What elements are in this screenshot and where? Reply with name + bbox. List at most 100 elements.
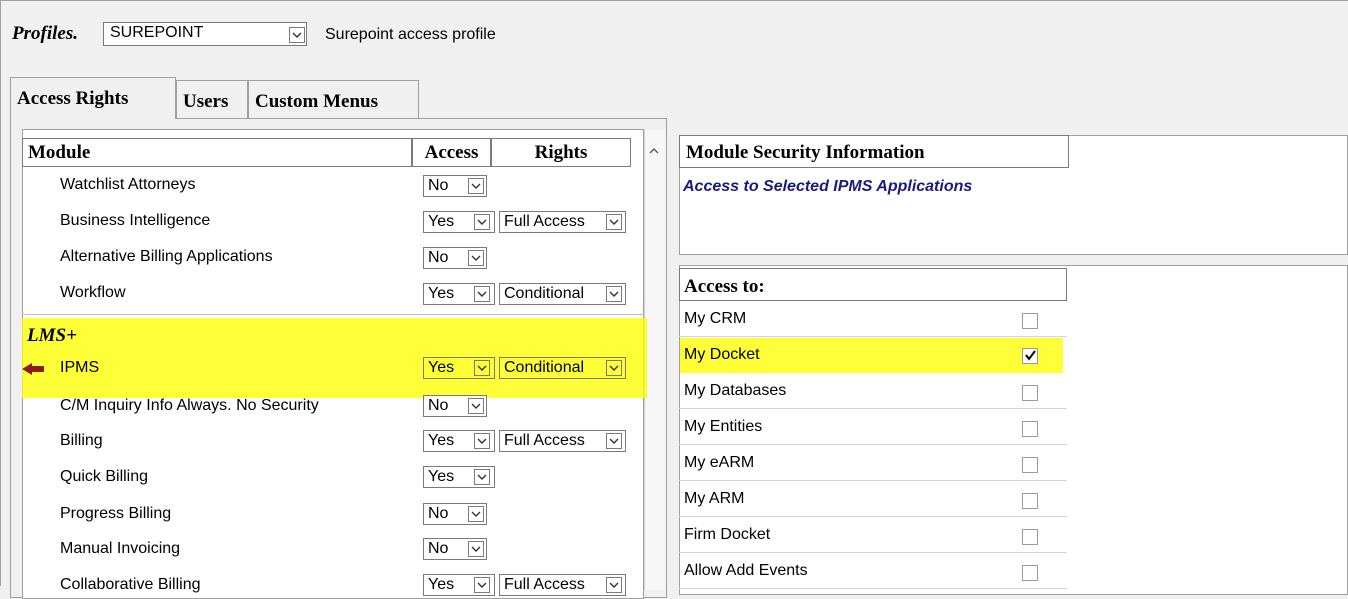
access-value: No [428, 505, 449, 522]
chevron-down-icon [609, 582, 619, 588]
rights-dropdown-button[interactable] [606, 577, 622, 593]
rights-select[interactable]: Full Access [499, 574, 626, 596]
module-row-label: Manual Invoicing [60, 540, 181, 557]
access-select[interactable]: Yes [423, 430, 495, 452]
rights-select[interactable]: Conditional [499, 357, 626, 379]
access-item-checkbox[interactable] [1022, 493, 1038, 509]
tab-users[interactable]: Users [176, 80, 248, 118]
rights-value: Conditional [504, 359, 585, 376]
access-select[interactable]: Yes [423, 466, 495, 488]
window-top-border [0, 0, 1348, 1]
module-row-label: Progress Billing [60, 505, 172, 522]
chevron-down-icon [477, 291, 487, 297]
access-select[interactable]: Yes [423, 283, 495, 305]
access-item-checkbox[interactable] [1022, 385, 1038, 401]
access-item-label: My Entities [684, 418, 763, 435]
access-value: Yes [428, 468, 455, 485]
access-dropdown-button[interactable] [474, 433, 490, 449]
rights-dropdown-button[interactable] [606, 360, 622, 376]
access-to-header: Access to: [679, 268, 1067, 301]
access-select[interactable]: No [423, 538, 487, 560]
access-value: No [428, 177, 449, 194]
profile-description: Surepoint access profile [325, 26, 496, 43]
module-row-label: Workflow [60, 284, 126, 301]
access-select[interactable]: No [423, 175, 487, 197]
access-value: Yes [428, 576, 455, 593]
access-item-label: My ARM [684, 490, 745, 507]
access-item-label: My Docket [684, 346, 760, 363]
rights-value: Full Access [504, 432, 585, 449]
chevron-down-icon [609, 291, 619, 297]
rights-value: Full Access [504, 576, 585, 593]
chevron-down-icon [477, 365, 487, 371]
access-dropdown-button[interactable] [468, 398, 484, 414]
access-select[interactable]: No [423, 395, 487, 417]
rights-value: Conditional [504, 285, 585, 302]
access-dropdown-button[interactable] [474, 469, 490, 485]
tab-custom-menus[interactable]: Custom Menus [248, 80, 419, 118]
chevron-down-icon [609, 438, 619, 444]
access-value: No [428, 397, 449, 414]
chevron-down-icon [477, 219, 487, 225]
access-dropdown-button[interactable] [474, 286, 490, 302]
chevron-down-icon [471, 511, 481, 517]
rights-dropdown-button[interactable] [606, 214, 622, 230]
module-security-text: Access to Selected IPMS Applications [683, 178, 973, 195]
chevron-down-icon [471, 183, 481, 189]
module-row-label: Quick Billing [60, 468, 149, 485]
column-header-module[interactable]: Module [22, 138, 412, 167]
column-header-access[interactable]: Access [412, 138, 491, 167]
rights-select[interactable]: Full Access [499, 430, 626, 452]
chevron-down-icon [477, 438, 487, 444]
access-select[interactable]: No [423, 503, 487, 525]
access-item-label: My eARM [684, 454, 755, 471]
rights-select[interactable]: Conditional [499, 283, 626, 305]
chevron-down-icon [471, 403, 481, 409]
row-pointer-icon [22, 363, 44, 375]
access-item-label: Allow Add Events [684, 562, 808, 579]
access-item-label: My Databases [684, 382, 787, 399]
access-dropdown-button[interactable] [474, 360, 490, 376]
access-item-checkbox[interactable] [1022, 313, 1038, 329]
chevron-down-icon [477, 474, 487, 480]
access-select[interactable]: Yes [423, 357, 495, 379]
access-dropdown-button[interactable] [468, 178, 484, 194]
access-dropdown-button[interactable] [468, 541, 484, 557]
access-select[interactable]: No [423, 247, 487, 269]
rights-value: Full Access [504, 213, 585, 230]
access-select[interactable]: Yes [423, 211, 495, 233]
chevron-down-icon [292, 32, 302, 38]
module-row-label: Alternative Billing Applications [60, 248, 273, 265]
access-value: Yes [428, 359, 455, 376]
access-item-checkbox[interactable] [1022, 565, 1038, 581]
access-item-label: My CRM [684, 310, 747, 327]
profile-dropdown-button[interactable] [289, 27, 305, 43]
module-row-label: Watchlist Attorneys [60, 176, 196, 193]
chevron-down-icon [471, 255, 481, 261]
access-value: Yes [428, 432, 455, 449]
module-row-label: Billing [60, 432, 103, 449]
access-dropdown-button[interactable] [468, 250, 484, 266]
column-header-rights[interactable]: Rights [491, 138, 631, 167]
window-left-border [0, 0, 1, 586]
access-item-checkbox[interactable] [1022, 421, 1038, 437]
rights-select[interactable]: Full Access [499, 211, 626, 233]
access-dropdown-button[interactable] [468, 506, 484, 522]
tab-access-rights[interactable]: Access Rights [10, 77, 176, 119]
rights-dropdown-button[interactable] [606, 433, 622, 449]
scroll-up-button[interactable] [648, 141, 660, 159]
chevron-down-icon [609, 365, 619, 371]
grid-scrollbar[interactable] [644, 130, 665, 590]
access-item-checkbox[interactable] [1022, 348, 1038, 364]
access-select[interactable]: Yes [423, 574, 495, 596]
access-dropdown-button[interactable] [474, 577, 490, 593]
module-row-label: C/M Inquiry Info Always. No Security [60, 397, 319, 414]
module-row-label: Business Intelligence [60, 212, 211, 229]
access-item-checkbox[interactable] [1022, 529, 1038, 545]
chevron-down-icon [471, 546, 481, 552]
profile-select-value: SUREPOINT [110, 24, 204, 41]
checkmark-icon [1025, 350, 1036, 361]
rights-dropdown-button[interactable] [606, 286, 622, 302]
access-item-checkbox[interactable] [1022, 457, 1038, 473]
access-dropdown-button[interactable] [474, 214, 490, 230]
